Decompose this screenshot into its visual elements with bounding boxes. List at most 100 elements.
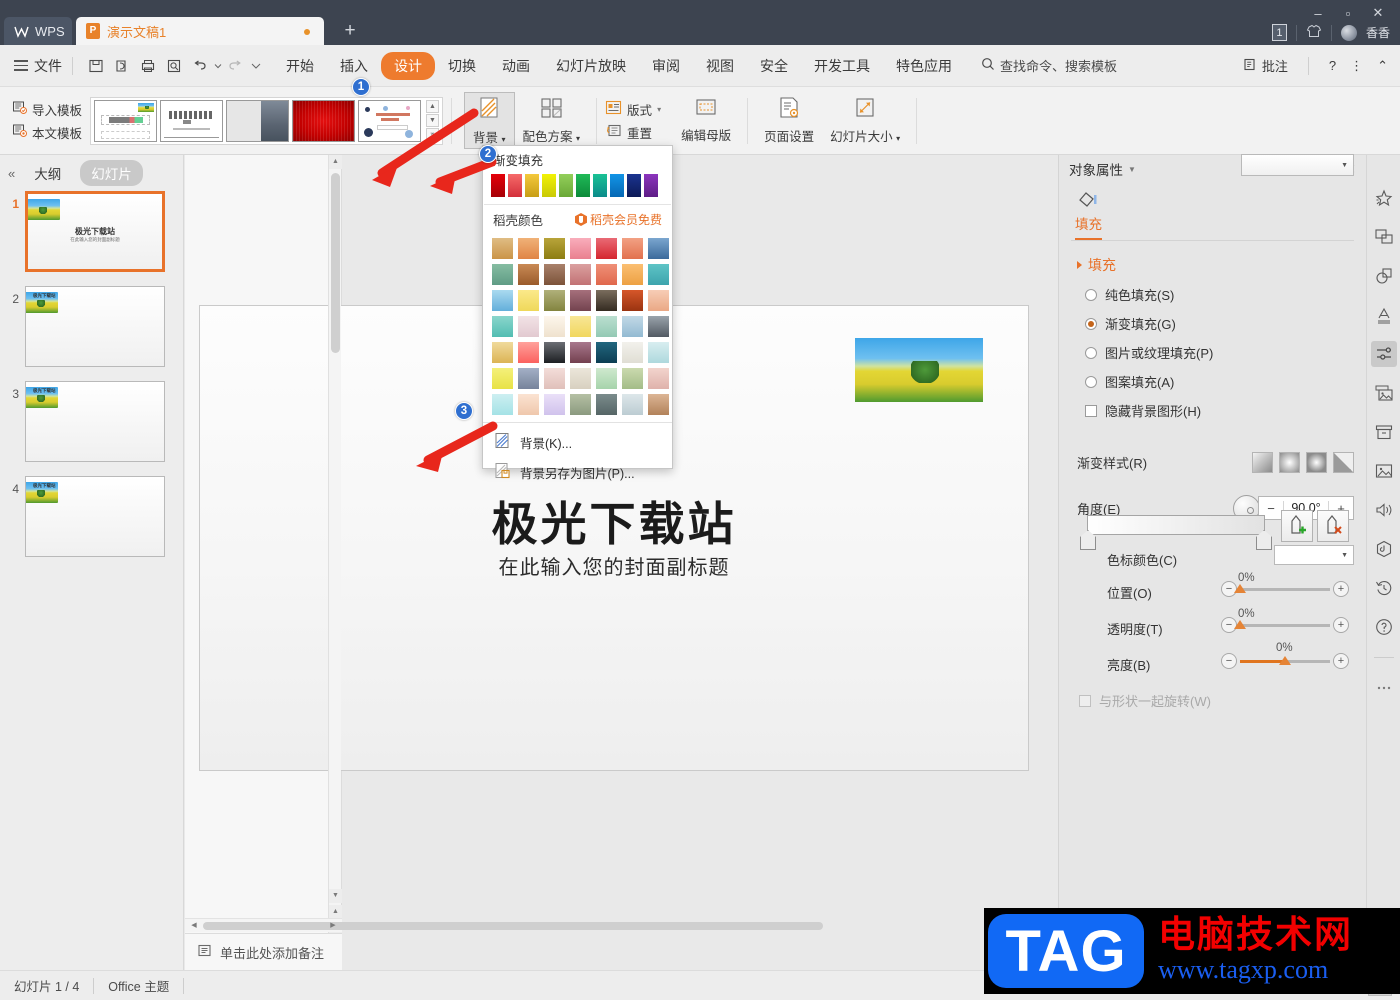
slide-size-button[interactable]: 幻灯片大小 ▾ <box>822 94 908 147</box>
gradient-swatch[interactable] <box>492 316 513 337</box>
gradient-swatch[interactable] <box>544 316 565 337</box>
slide-thumbnail-3[interactable]: 极光下载站 <box>25 381 165 462</box>
maximize-button[interactable]: ▫ <box>1334 2 1362 24</box>
tab-fill[interactable]: 填充 <box>1075 213 1102 240</box>
list-item[interactable]: 4 极光下载站 <box>7 476 177 557</box>
gradient-swatch[interactable] <box>596 342 617 363</box>
gradient-swatch[interactable] <box>492 368 513 389</box>
import-template-button[interactable]: 导入模板 <box>12 100 82 119</box>
template-thumb-5[interactable] <box>358 99 422 142</box>
list-item[interactable]: 3 极光下载站 <box>7 381 177 462</box>
gradient-swatch[interactable] <box>570 238 591 259</box>
gradient-swatch[interactable] <box>518 238 539 259</box>
add-gradient-stop-button[interactable] <box>1281 510 1313 542</box>
gradient-swatch[interactable] <box>544 238 565 259</box>
image-group-icon[interactable] <box>1371 380 1397 406</box>
scroll-down-button[interactable]: ▼ <box>329 889 342 903</box>
gradient-swatch[interactable] <box>648 394 669 415</box>
gallery-scroll-up-button[interactable]: ▲ <box>426 100 440 113</box>
slider-knob[interactable] <box>1279 655 1291 665</box>
template-gallery[interactable]: ▲ ▼ ⩔ <box>90 96 444 145</box>
redo-icon[interactable] <box>223 53 249 79</box>
gradient-swatch[interactable] <box>544 342 565 363</box>
gradient-swatch[interactable] <box>492 394 513 415</box>
position-slider[interactable]: − 0% + <box>1221 572 1349 597</box>
gradient-swatch[interactable] <box>622 290 643 311</box>
gradient-swatch[interactable] <box>622 316 643 337</box>
fill-option-solid[interactable]: 纯色填充(S) <box>1085 285 1366 304</box>
find-icon[interactable] <box>161 53 187 79</box>
tab-start[interactable]: 开始 <box>273 52 327 80</box>
customize-toolbar-icon[interactable] <box>249 53 263 79</box>
gradient-swatch[interactable] <box>648 316 669 337</box>
gradient-swatch[interactable] <box>518 290 539 311</box>
word-art-icon[interactable] <box>1371 302 1397 328</box>
previous-slide-button[interactable]: ▲ <box>329 905 342 919</box>
template-thumb-2[interactable] <box>160 99 224 142</box>
gradient-swatch[interactable] <box>570 290 591 311</box>
gradient-swatch[interactable] <box>518 368 539 389</box>
slider-track[interactable]: 0% <box>1240 642 1330 665</box>
slider-track[interactable]: 0% <box>1234 608 1330 629</box>
background-button[interactable]: 背景 ▾ <box>464 92 515 149</box>
transparency-slider[interactable]: − 0% + <box>1221 608 1349 633</box>
badge-icon[interactable] <box>1371 536 1397 562</box>
tab-review[interactable]: 审阅 <box>639 52 693 80</box>
slide-thumbnail-1[interactable]: 极光下载站 在此输入您的封面副标题 <box>25 191 165 272</box>
fill-option-pattern[interactable]: 图案填充(A) <box>1085 372 1366 391</box>
tab-insert[interactable]: 插入 <box>327 52 381 80</box>
picture-icon[interactable] <box>1371 458 1397 484</box>
tab-count-badge[interactable]: 1 <box>1271 24 1287 41</box>
close-button[interactable]: ✕ <box>1364 2 1392 24</box>
tab-design[interactable]: 设计 <box>381 51 435 80</box>
theme-label[interactable]: Office 主题 <box>94 976 183 995</box>
gradient-swatch[interactable] <box>596 394 617 415</box>
scroll-left-button[interactable]: ◀ <box>187 919 201 932</box>
rotate-with-shape-checkbox[interactable]: 与形状一起旋转(W) <box>1079 691 1211 710</box>
gradient-swatch[interactable] <box>648 238 669 259</box>
save-icon[interactable] <box>83 53 109 79</box>
color-swatch[interactable] <box>525 174 539 197</box>
avatar[interactable] <box>1340 24 1357 41</box>
search-box[interactable]: 查找命令、搜索模板 <box>981 56 1117 75</box>
gradient-swatch[interactable] <box>622 394 643 415</box>
file-menu-button[interactable]: 文件 <box>14 56 62 76</box>
slider-knob[interactable] <box>1234 583 1246 593</box>
tab-view[interactable]: 视图 <box>693 52 747 80</box>
skin-icon[interactable] <box>1306 24 1322 41</box>
fill-option-picture-texture[interactable]: 图片或纹理填充(P) <box>1085 343 1366 362</box>
transparency-increase-button[interactable]: + <box>1333 617 1349 633</box>
gradient-swatch[interactable] <box>570 316 591 337</box>
document-tab[interactable]: P 演示文稿1 <box>76 17 324 45</box>
gradient-swatch[interactable] <box>622 264 643 285</box>
gradient-swatch[interactable] <box>518 316 539 337</box>
gradient-swatch[interactable] <box>544 368 565 389</box>
tab-featured-apps[interactable]: 特色应用 <box>883 52 965 80</box>
page-setup-button[interactable]: 页面设置 <box>756 94 822 147</box>
account-name[interactable]: 香香 <box>1366 24 1390 41</box>
shape-combine-icon[interactable] <box>1371 263 1397 289</box>
docer-vip-badge[interactable]: 稻壳会员免费 <box>574 211 662 228</box>
gradient-swatch[interactable] <box>492 264 513 285</box>
gradient-swatch[interactable] <box>596 290 617 311</box>
gradient-swatch[interactable] <box>570 394 591 415</box>
color-swatch[interactable] <box>644 174 658 197</box>
color-swatch[interactable] <box>576 174 590 197</box>
gradient-swatch[interactable] <box>544 290 565 311</box>
minimize-button[interactable]: – <box>1304 2 1332 24</box>
hide-background-graphics-checkbox[interactable]: 隐藏背景图形(H) <box>1085 401 1366 420</box>
more-dots-icon[interactable] <box>1371 675 1397 701</box>
scrollbar-thumb[interactable] <box>331 173 340 353</box>
list-item[interactable]: 1 极光下载站 在此输入您的封面副标题 <box>7 191 177 272</box>
wps-home-button[interactable]: WPS <box>4 17 72 45</box>
layout-button[interactable]: 版式 ▾ <box>605 100 661 119</box>
fill-section-header[interactable]: 填充 ▼ <box>1077 154 1366 275</box>
gradient-swatch[interactable] <box>570 368 591 389</box>
reset-button[interactable]: 重置 <box>605 123 661 142</box>
save-background-image-menu-item[interactable]: 背景另存为图片(P)... <box>483 457 672 487</box>
color-swatch[interactable] <box>491 174 505 197</box>
local-template-button[interactable]: 本文模板 <box>12 123 82 142</box>
gradient-swatch[interactable] <box>544 394 565 415</box>
undo-dropdown-icon[interactable] <box>213 53 223 79</box>
scroll-up-button[interactable]: ▲ <box>329 155 342 169</box>
